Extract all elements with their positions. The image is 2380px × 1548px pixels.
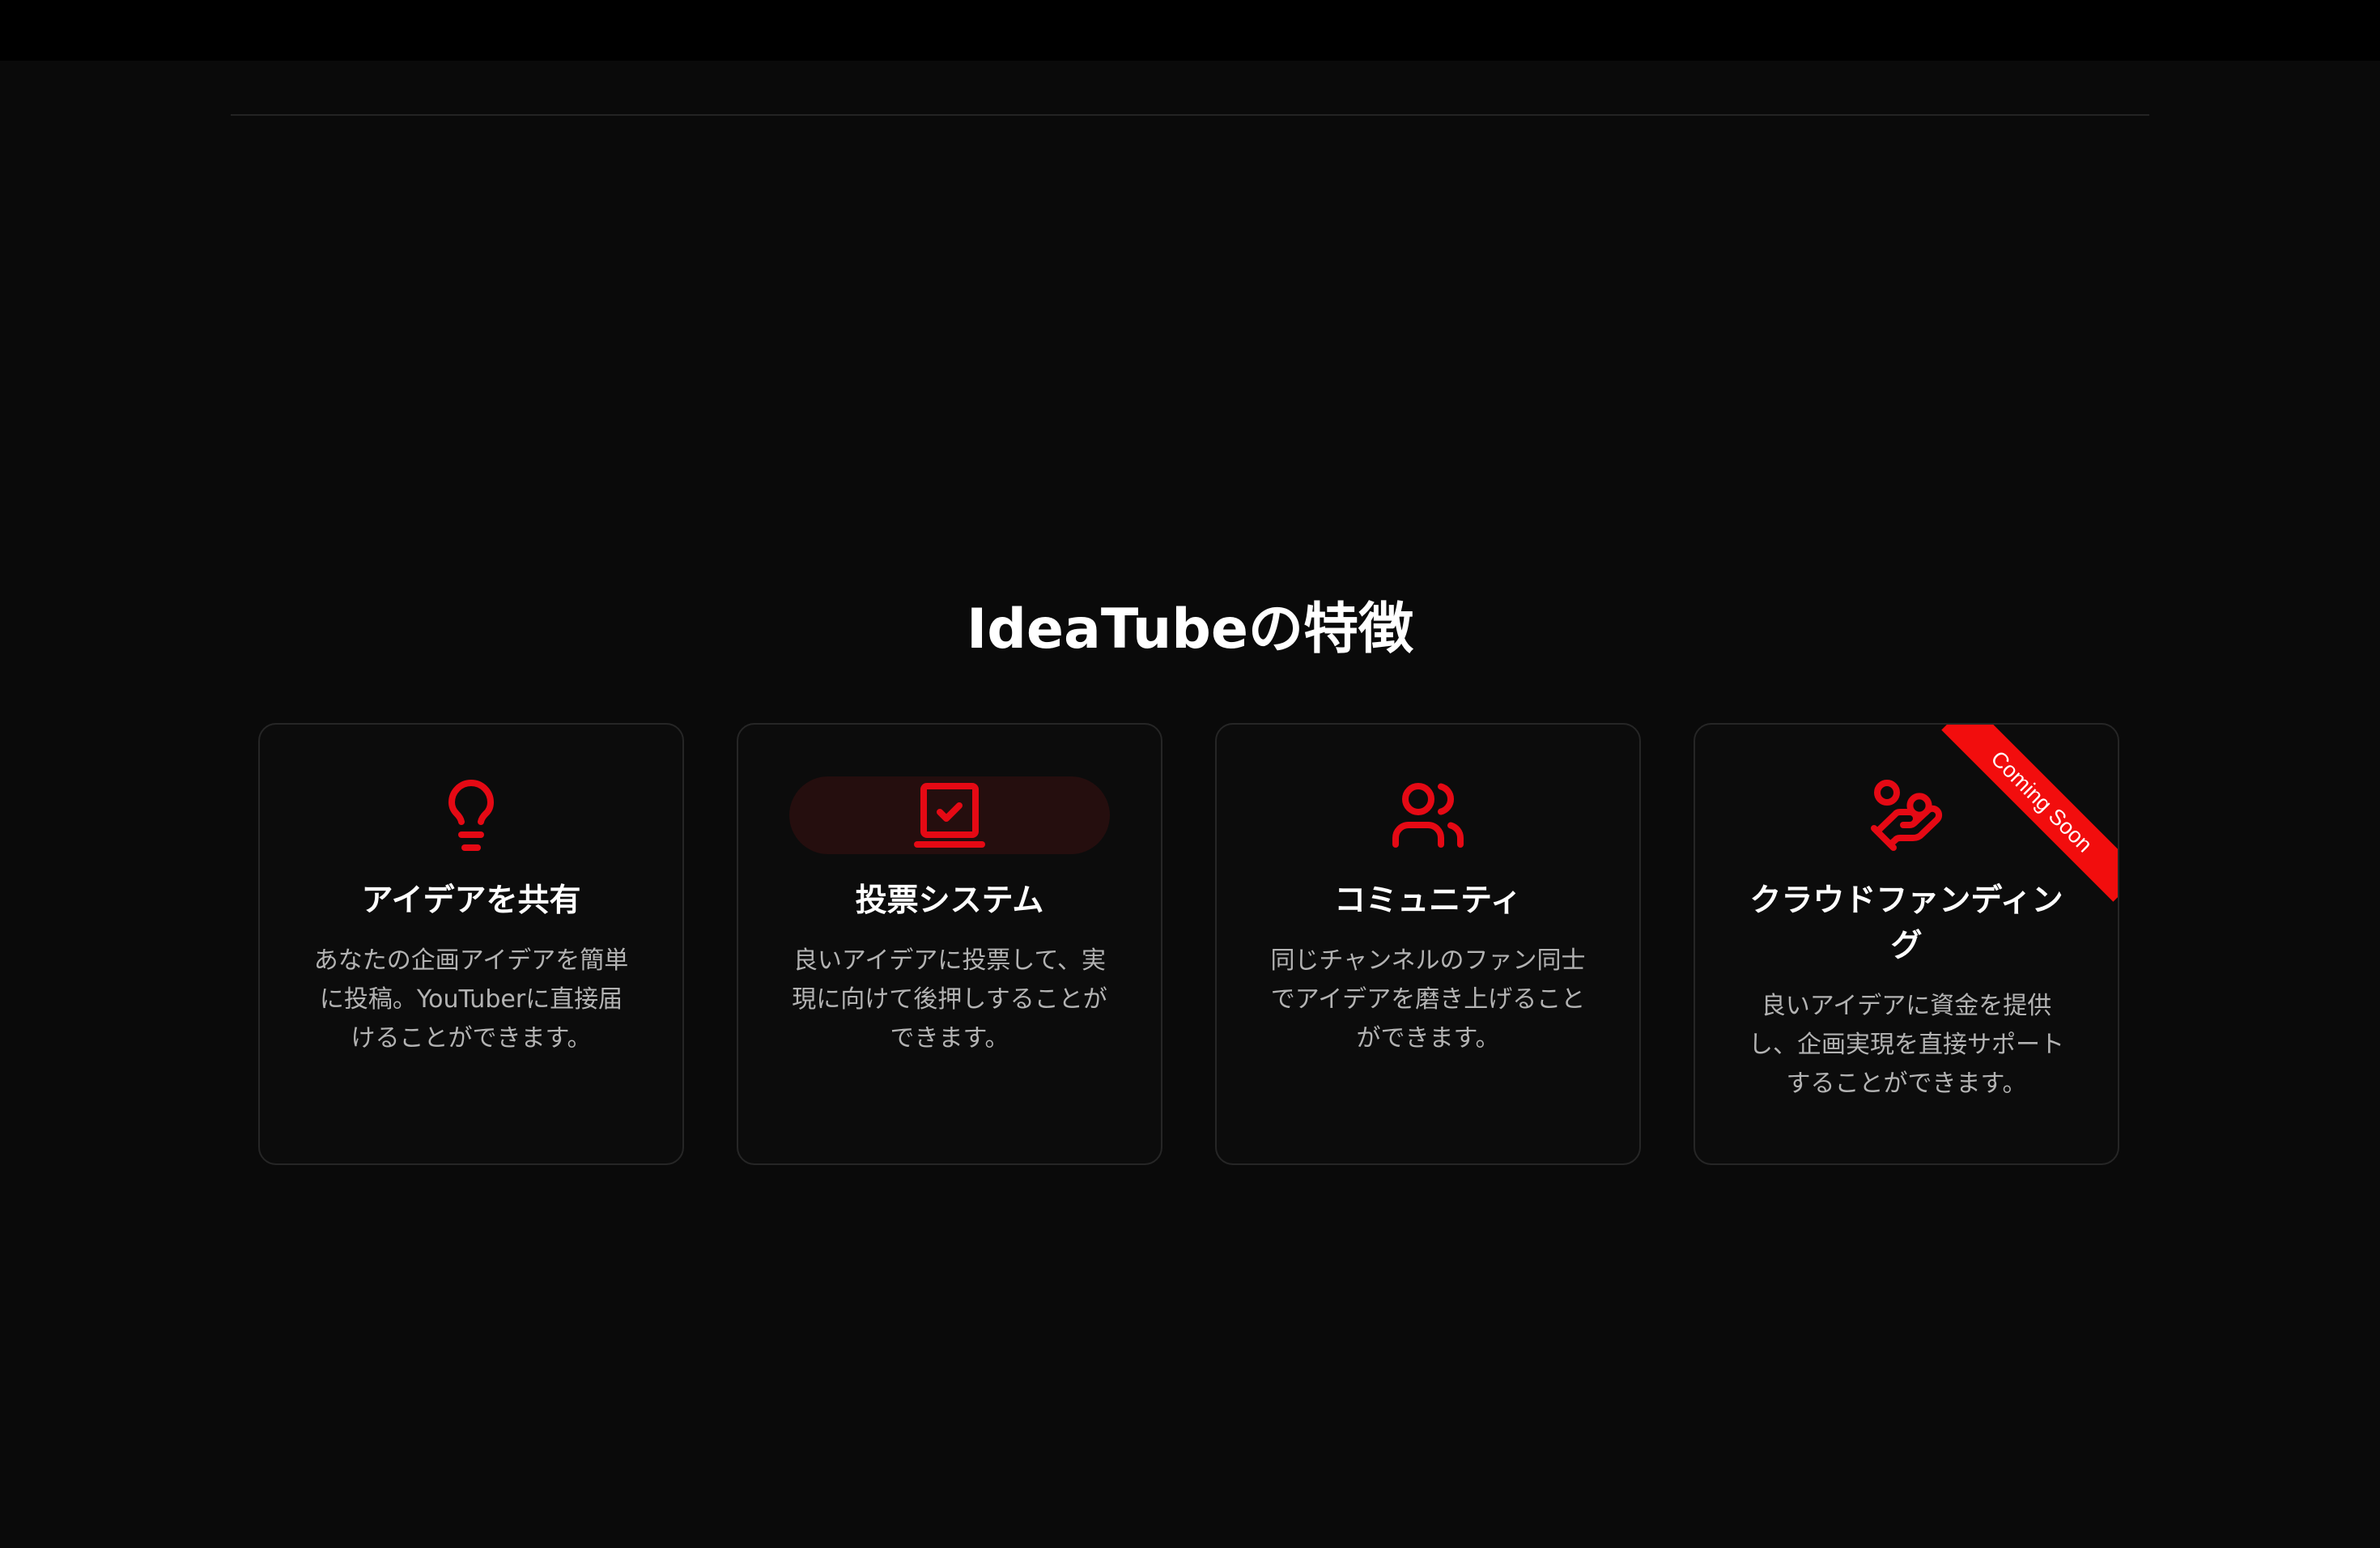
feature-icon-wrap xyxy=(789,776,1110,854)
feature-cards: アイデアを共有 あなたの企画アイデアを簡単に投稿。YouTuberに直接届けるこ… xyxy=(258,723,2119,1165)
feature-card-voting: 投票システム 良いアイデアに投票して、実現に向けて後押しすることができます。 xyxy=(737,723,1162,1165)
feature-title: アイデアを共有 xyxy=(361,882,581,919)
hand-coins-icon xyxy=(1871,780,1943,851)
feature-description: 良いアイデアに資金を提供し、企画実現を直接サポートすることができます。 xyxy=(1749,992,2064,1098)
section-title: IdeaTubeの特徴 xyxy=(966,598,1414,662)
users-icon xyxy=(1392,783,1464,848)
lightbulb-icon xyxy=(448,780,494,851)
vote-laptop-check-icon xyxy=(914,783,985,848)
feature-description: 同じチャンネルのファン同士でアイデアを磨き上げることができます。 xyxy=(1270,946,1586,1053)
feature-icon-wrap xyxy=(1268,776,1588,854)
feature-description: 良いアイデアに投票して、実現に向けて後押しすることができます。 xyxy=(792,946,1107,1053)
feature-title: 投票システム xyxy=(855,882,1044,919)
feature-card-crowdfunding: Coming Soon クラウドファンディング 良いアイデアに資金を提供し、企画… xyxy=(1694,723,2119,1165)
feature-title: クラウドファンディング xyxy=(1749,882,2063,964)
feature-card-share: アイデアを共有 あなたの企画アイデアを簡単に投稿。YouTuberに直接届けるこ… xyxy=(258,723,684,1165)
top-bar xyxy=(0,0,2380,61)
feature-description: あなたの企画アイデアを簡単に投稿。YouTuberに直接届けることができます。 xyxy=(313,946,629,1053)
feature-card-community: コミュニティ 同じチャンネルのファン同士でアイデアを磨き上げることができます。 xyxy=(1215,723,1641,1165)
header-divider xyxy=(231,114,2149,116)
feature-title: コミュニティ xyxy=(1334,882,1522,919)
feature-icon-wrap xyxy=(311,776,631,854)
